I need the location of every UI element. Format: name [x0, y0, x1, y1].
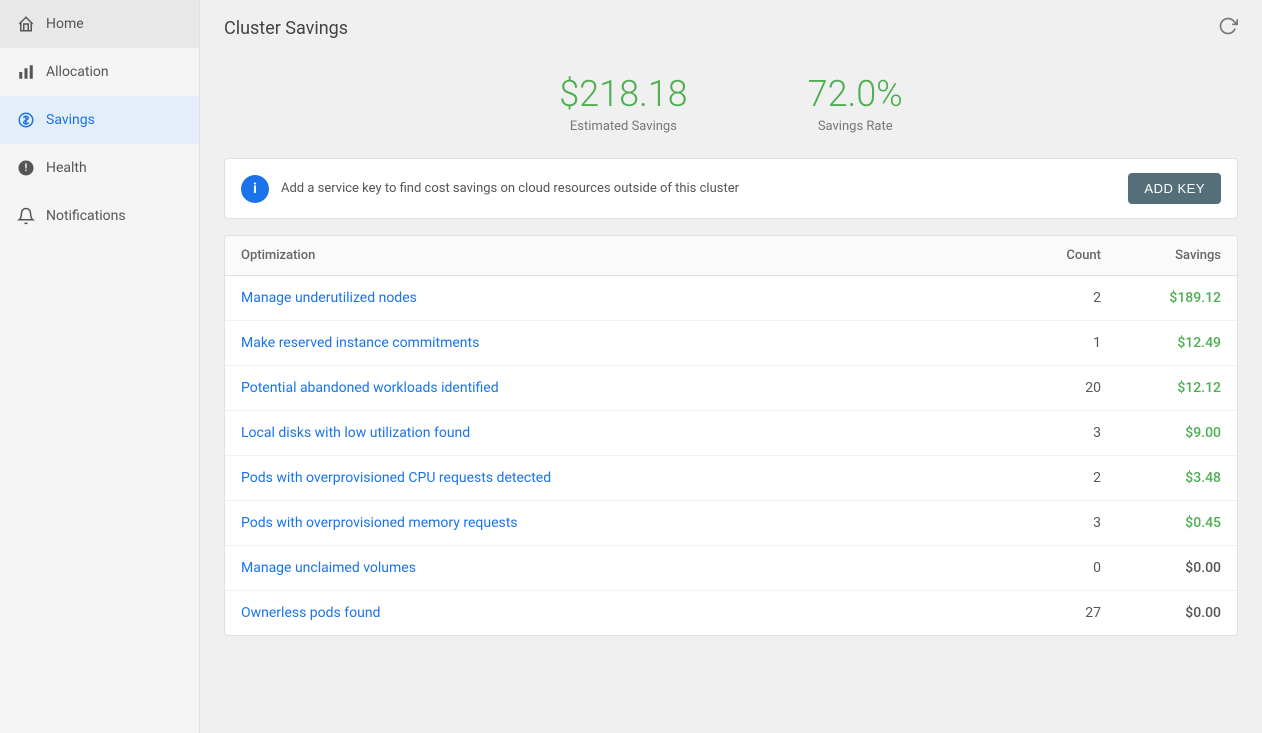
info-banner: i Add a service key to find cost savings…: [224, 158, 1238, 219]
col-savings: Savings: [1101, 248, 1221, 263]
table-row: Manage unclaimed volumes 0 $0.00: [225, 546, 1237, 591]
row-count: 3: [981, 515, 1101, 531]
row-count: 2: [981, 470, 1101, 486]
row-count: 20: [981, 380, 1101, 396]
optimization-link[interactable]: Ownerless pods found: [241, 605, 981, 621]
col-optimization: Optimization: [241, 248, 981, 263]
sidebar-item-savings-label: Savings: [46, 112, 95, 128]
row-count: 27: [981, 605, 1101, 621]
table-row: Potential abandoned workloads identified…: [225, 366, 1237, 411]
savings-rate-value: 72.0%: [808, 73, 903, 115]
optimization-link[interactable]: Manage unclaimed volumes: [241, 560, 981, 576]
row-savings: $3.48: [1101, 470, 1221, 486]
main-content: Cluster Savings $218.18 Estimated Saving…: [200, 0, 1262, 733]
bar-chart-icon: [16, 62, 36, 82]
table-row: Pods with overprovisioned CPU requests d…: [225, 456, 1237, 501]
row-savings: $189.12: [1101, 290, 1221, 306]
add-key-button[interactable]: ADD KEY: [1128, 173, 1221, 204]
sidebar-item-home[interactable]: Home: [0, 0, 199, 48]
refresh-button[interactable]: [1218, 16, 1238, 41]
bell-icon: [16, 206, 36, 226]
content-area: i Add a service key to find cost savings…: [200, 158, 1262, 733]
row-savings: $0.00: [1101, 560, 1221, 576]
sidebar-item-health-label: Health: [46, 160, 87, 176]
row-savings: $0.00: [1101, 605, 1221, 621]
row-savings: $12.49: [1101, 335, 1221, 351]
info-icon: i: [241, 175, 269, 203]
optimization-link[interactable]: Local disks with low utilization found: [241, 425, 981, 441]
table-body: Manage underutilized nodes 2 $189.12 Mak…: [225, 276, 1237, 635]
row-savings: $0.45: [1101, 515, 1221, 531]
optimization-link[interactable]: Potential abandoned workloads identified: [241, 380, 981, 396]
row-count: 2: [981, 290, 1101, 306]
row-count: 1: [981, 335, 1101, 351]
row-count: 3: [981, 425, 1101, 441]
banner-text: Add a service key to find cost savings o…: [281, 181, 1116, 196]
table-row: Local disks with low utilization found 3…: [225, 411, 1237, 456]
estimated-savings-value: $218.18: [559, 73, 687, 115]
col-count: Count: [981, 248, 1101, 263]
home-icon: [16, 14, 36, 34]
sidebar-item-home-label: Home: [46, 16, 84, 32]
savings-rate-label: Savings Rate: [808, 119, 903, 134]
savings-rate-stat: 72.0% Savings Rate: [808, 73, 903, 134]
table-row: Ownerless pods found 27 $0.00: [225, 591, 1237, 635]
page-title: Cluster Savings: [224, 18, 348, 39]
estimated-savings-label: Estimated Savings: [559, 119, 687, 134]
table-row: Manage underutilized nodes 2 $189.12: [225, 276, 1237, 321]
sidebar: Home Allocation Savings ! Health: [0, 0, 200, 733]
table-header: Optimization Count Savings: [225, 236, 1237, 276]
estimated-savings-stat: $218.18 Estimated Savings: [559, 73, 687, 134]
optimizations-table: Optimization Count Savings Manage underu…: [224, 235, 1238, 636]
svg-text:!: !: [25, 163, 28, 174]
stats-row: $218.18 Estimated Savings 72.0% Savings …: [200, 57, 1262, 158]
sidebar-item-allocation[interactable]: Allocation: [0, 48, 199, 96]
sidebar-item-savings[interactable]: Savings: [0, 96, 199, 144]
optimization-link[interactable]: Make reserved instance commitments: [241, 335, 981, 351]
table-row: Make reserved instance commitments 1 $12…: [225, 321, 1237, 366]
sidebar-item-health[interactable]: ! Health: [0, 144, 199, 192]
sidebar-item-notifications-label: Notifications: [46, 208, 126, 224]
alert-icon: !: [16, 158, 36, 178]
dollar-icon: [16, 110, 36, 130]
header: Cluster Savings: [200, 0, 1262, 57]
row-count: 0: [981, 560, 1101, 576]
table-row: Pods with overprovisioned memory request…: [225, 501, 1237, 546]
sidebar-item-notifications[interactable]: Notifications: [0, 192, 199, 240]
sidebar-item-allocation-label: Allocation: [46, 64, 109, 80]
optimization-link[interactable]: Pods with overprovisioned CPU requests d…: [241, 470, 981, 486]
row-savings: $12.12: [1101, 380, 1221, 396]
row-savings: $9.00: [1101, 425, 1221, 441]
optimization-link[interactable]: Pods with overprovisioned memory request…: [241, 515, 981, 531]
optimization-link[interactable]: Manage underutilized nodes: [241, 290, 981, 306]
